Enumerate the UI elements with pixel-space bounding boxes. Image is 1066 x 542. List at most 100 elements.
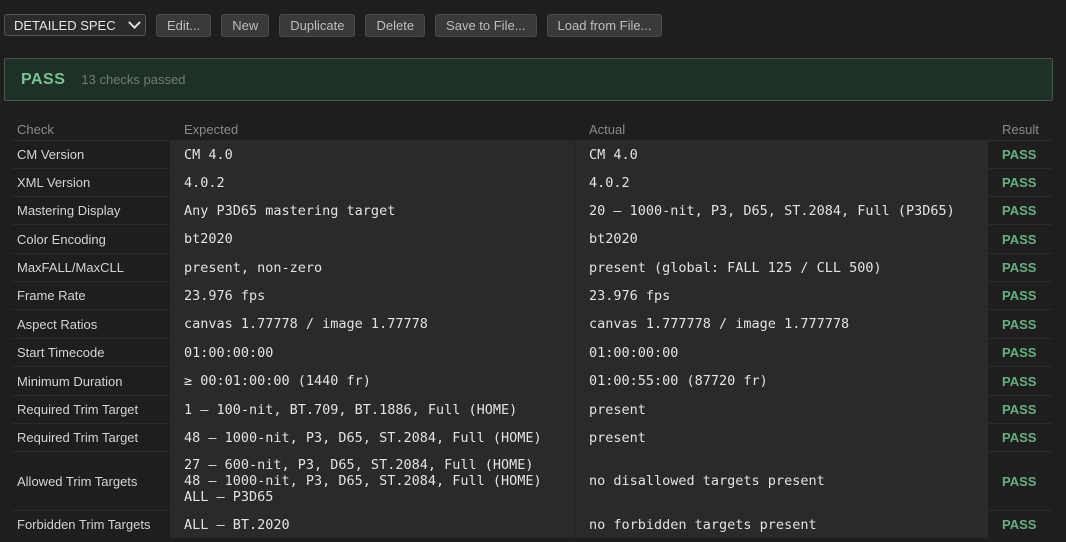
table-row: Minimum Duration ≥ 00:01:00:00 (1440 fr) 0…	[12, 366, 1052, 395]
actual-value: CM 4.0	[575, 141, 988, 168]
result-badge: PASS	[1002, 175, 1037, 190]
table-row: Start Timecode 01:00:00:00 01:00:00:00 PASS	[12, 338, 1052, 366]
table-body: CM Version CM 4.0 CM 4.0 PASS XML Version 4.0…	[12, 140, 1052, 538]
status-summary: 13 checks passed	[81, 72, 186, 87]
actual-value: no disallowed targets present	[575, 452, 988, 510]
result-badge: PASS	[1002, 203, 1037, 218]
expected-line: 23.976 fps	[184, 287, 266, 304]
table-header: Check Expected Actual Result	[12, 120, 1052, 140]
actual-value: present (global: FALL 125 / CLL 500)	[575, 254, 988, 281]
expected-value: 23.976 fps	[170, 282, 574, 309]
check-name: Allowed Trim Targets	[17, 473, 138, 489]
expected-line: ≥ 00:01:00:00 (1440 fr)	[184, 373, 371, 389]
table-row: Forbidden Trim Targets ALL — BT.2020 no fo…	[12, 510, 1052, 538]
check-name: Required Trim Target	[17, 430, 139, 445]
expected-value: ≥ 00:01:00:00 (1440 fr)	[170, 367, 574, 395]
expected-line: present, non-zero	[184, 259, 323, 276]
check-name: Required Trim Target	[17, 402, 139, 417]
toolbar: DETAILED SPEC Edit... New Duplicate Dele…	[4, 13, 663, 37]
expected-line: canvas 1.77778 / image 1.77778	[184, 316, 428, 332]
check-name: XML Version	[17, 175, 91, 190]
actual-value: present	[575, 424, 988, 451]
column-header-check: Check	[17, 122, 54, 137]
expected-line: 27 — 600-nit, P3, D65, ST.2084, Full (HO…	[184, 457, 534, 473]
expected-line: ALL — BT.2020	[184, 516, 290, 533]
table-row: Color Encoding bt2020 bt2020 PASS	[12, 224, 1052, 253]
check-name: Frame Rate	[17, 288, 86, 303]
check-name: CM Version	[17, 147, 85, 162]
column-header-actual: Actual	[589, 122, 626, 137]
result-badge: PASS	[1002, 430, 1037, 445]
table-row: XML Version 4.0.2 4.0.2 PASS	[12, 168, 1052, 196]
actual-value: 23.976 fps	[575, 282, 988, 309]
expected-value: 4.0.2	[170, 169, 574, 196]
expected-line: 48 — 1000-nit, P3, D65, ST.2084, Full (H…	[184, 473, 542, 489]
expected-value: 27 — 600-nit, P3, D65, ST.2084, Full (HO…	[170, 452, 574, 510]
table-row: Required Trim Target 1 — 100-nit, BT.709,…	[12, 395, 1052, 423]
result-badge: PASS	[1002, 517, 1037, 532]
result-badge: PASS	[1002, 316, 1037, 332]
checks-table: Check Expected Actual Result CM Version C…	[12, 120, 1052, 538]
actual-value: no forbidden targets present	[575, 511, 988, 538]
edit-button[interactable]: Edit...	[156, 13, 212, 37]
preset-select[interactable]: DETAILED SPEC	[4, 14, 146, 36]
result-badge: PASS	[1002, 402, 1037, 417]
expected-value: present, non-zero	[170, 254, 574, 281]
load-from-file-button[interactable]: Load from File...	[546, 13, 663, 37]
expected-value: 1 — 100-nit, BT.709, BT.1886, Full (HOME…	[170, 396, 574, 423]
expected-value: 01:00:00:00	[170, 339, 574, 366]
expected-value: Any P3D65 mastering target	[170, 197, 574, 224]
table-row: MaxFALL/MaxCLL present, non-zero present (…	[12, 253, 1052, 281]
table-row: Required Trim Target 48 — 1000-nit, P3, D…	[12, 423, 1052, 451]
expected-value: CM 4.0	[170, 141, 574, 168]
preset-select-value: DETAILED SPEC	[14, 17, 116, 33]
table-row: Mastering Display Any P3D65 mastering tar…	[12, 196, 1052, 224]
table-row: Frame Rate 23.976 fps 23.976 fps PASS	[12, 281, 1052, 309]
new-button[interactable]: New	[221, 13, 270, 37]
expected-line: 4.0.2	[184, 174, 225, 191]
check-name: Minimum Duration	[17, 373, 123, 389]
expected-line: 48 — 1000-nit, P3, D65, ST.2084, Full (H…	[184, 429, 542, 446]
check-name: Mastering Display	[17, 203, 121, 218]
expected-line: bt2020	[184, 231, 233, 247]
result-badge: PASS	[1002, 473, 1037, 489]
column-header-expected: Expected	[184, 122, 239, 137]
status-banner: PASS 13 checks passed	[4, 58, 1053, 101]
actual-value: present	[575, 396, 988, 423]
result-badge: PASS	[1002, 345, 1037, 360]
expected-line: Any P3D65 mastering target	[184, 202, 396, 219]
expected-line: 1 — 100-nit, BT.709, BT.1886, Full (HOME…	[184, 401, 518, 418]
expected-value: canvas 1.77778 / image 1.77778	[170, 310, 574, 338]
table-row: Allowed Trim Targets 27 — 600-nit, P3, D6…	[12, 451, 1052, 510]
duplicate-button[interactable]: Duplicate	[279, 13, 356, 37]
actual-value: 01:00:00:00	[575, 339, 988, 366]
column-header-result: Result	[1002, 122, 1039, 137]
expected-line: CM 4.0	[184, 146, 233, 163]
actual-value: 01:00:55:00 (87720 fr)	[575, 367, 988, 395]
actual-value: 20 — 1000-nit, P3, D65, ST.2084, Full (P…	[575, 197, 988, 224]
actual-value: bt2020	[575, 225, 988, 253]
delete-button[interactable]: Delete	[365, 13, 426, 37]
check-name: Forbidden Trim Targets	[17, 517, 151, 532]
expected-line: 01:00:00:00	[184, 344, 274, 361]
check-name: Start Timecode	[17, 345, 105, 360]
result-badge: PASS	[1002, 373, 1037, 389]
table-row: Aspect Ratios canvas 1.77778 / image 1.77…	[12, 309, 1052, 338]
check-name: Color Encoding	[17, 231, 106, 247]
result-badge: PASS	[1002, 260, 1037, 275]
expected-value: ALL — BT.2020	[170, 511, 574, 538]
result-badge: PASS	[1002, 231, 1037, 247]
result-badge: PASS	[1002, 147, 1037, 162]
actual-value: canvas 1.777778 / image 1.777778	[575, 310, 988, 338]
actual-value: 4.0.2	[575, 169, 988, 196]
table-row: CM Version CM 4.0 CM 4.0 PASS	[12, 140, 1052, 168]
check-name: MaxFALL/MaxCLL	[17, 260, 124, 275]
chevron-down-icon	[128, 15, 141, 29]
expected-line: ALL — P3D65	[184, 489, 274, 505]
result-badge: PASS	[1002, 288, 1037, 303]
expected-value: bt2020	[170, 225, 574, 253]
overall-status: PASS	[21, 70, 66, 88]
check-name: Aspect Ratios	[17, 316, 98, 332]
save-to-file-button[interactable]: Save to File...	[435, 13, 537, 37]
expected-value: 48 — 1000-nit, P3, D65, ST.2084, Full (H…	[170, 424, 574, 451]
